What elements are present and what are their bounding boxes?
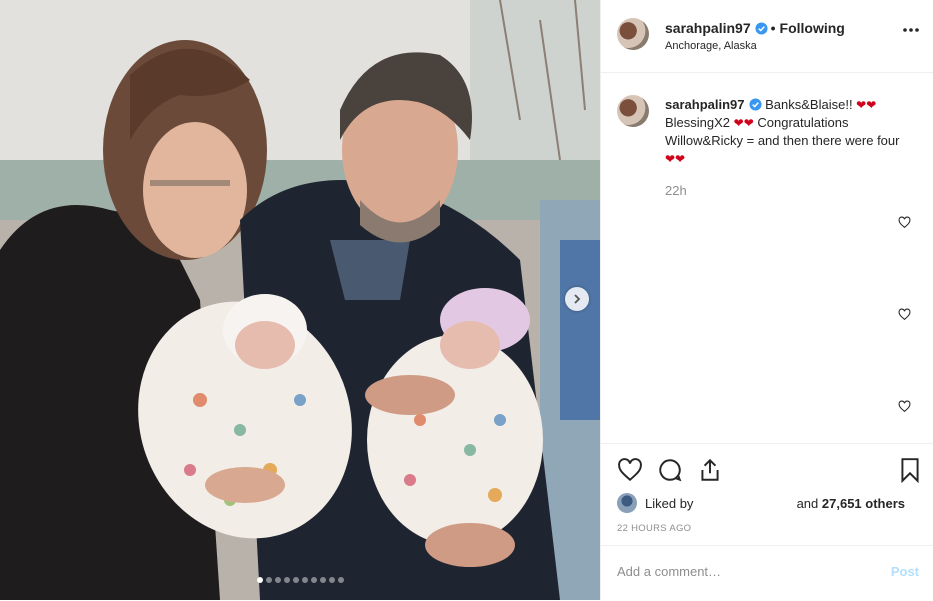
carousel-dot: [328, 577, 335, 583]
carousel-dot: [310, 577, 317, 583]
post-header: sarahpalin97 • Following Anchorage, Alaska: [601, 0, 933, 73]
carousel-dot: [274, 577, 281, 583]
share-icon[interactable]: [697, 457, 723, 483]
add-comment-section: Add a comment… Post: [601, 545, 933, 601]
header-user-line: sarahpalin97 • Following: [665, 20, 845, 36]
verified-badge-icon: [755, 22, 768, 35]
post-side-panel: sarahpalin97 • Following Anchorage, Alaska…: [600, 0, 933, 600]
comment-input[interactable]: Add a comment…: [617, 564, 721, 579]
verified-badge-icon: [748, 98, 762, 111]
carousel-dot: [301, 577, 308, 583]
comment-like-heart-icon[interactable]: [898, 216, 911, 229]
carousel-dot: [292, 577, 299, 583]
carousel-indicators: [0, 577, 600, 583]
heart-emoji: ❤❤: [665, 152, 686, 166]
carousel-dot: [256, 577, 263, 583]
carousel-dot: [337, 577, 344, 583]
following-button[interactable]: Following: [780, 20, 845, 36]
heart-emoji: ❤❤: [856, 98, 877, 112]
comment-icon[interactable]: [657, 457, 683, 483]
carousel-dot: [283, 577, 290, 583]
author-avatar[interactable]: [617, 18, 649, 50]
heart-emoji: ❤❤: [733, 116, 754, 130]
more-options-icon[interactable]: [903, 28, 919, 32]
caption-text-part: BlessingX2: [665, 115, 734, 130]
caption-author-avatar[interactable]: [617, 95, 649, 127]
heart-icon[interactable]: [617, 457, 643, 483]
caption: sarahpalin97 Banks&Blaise!! ❤❤ BlessingX…: [665, 96, 905, 168]
chevron-right-icon: [574, 294, 581, 304]
separator-dot: •: [770, 20, 776, 36]
post-timestamp[interactable]: 22 HOURS AGO: [617, 523, 691, 534]
liker-avatar[interactable]: [617, 493, 637, 513]
post-comment-button[interactable]: Post: [891, 564, 919, 579]
photo-image: [0, 0, 600, 600]
instagram-post: sarahpalin97 • Following Anchorage, Alaska…: [0, 0, 933, 600]
likes-others[interactable]: and 27,651 others: [797, 496, 905, 511]
caption-username[interactable]: sarahpalin97: [665, 97, 745, 112]
post-actions: Liked by and 27,651 others 22 HOURS AGO: [601, 443, 933, 534]
caption-text-part: Banks&Blaise!!: [765, 97, 857, 112]
carousel-dot: [319, 577, 326, 583]
carousel-dot: [265, 577, 272, 583]
liked-by-label: Liked by: [645, 496, 694, 511]
comment-like-heart-icon[interactable]: [898, 308, 911, 321]
post-location[interactable]: Anchorage, Alaska: [665, 40, 757, 52]
bookmark-icon[interactable]: [897, 457, 923, 483]
comments-section: sarahpalin97 Banks&Blaise!! ❤❤ BlessingX…: [601, 73, 933, 443]
others-prefix: and: [796, 496, 819, 511]
author-username[interactable]: sarahpalin97: [665, 20, 751, 36]
others-count: 27,651 others: [821, 496, 905, 511]
comment-like-heart-icon[interactable]: [898, 400, 911, 413]
caption-time[interactable]: 22h: [665, 183, 687, 198]
carousel-next-button[interactable]: [565, 287, 589, 311]
post-photo[interactable]: [0, 0, 600, 600]
